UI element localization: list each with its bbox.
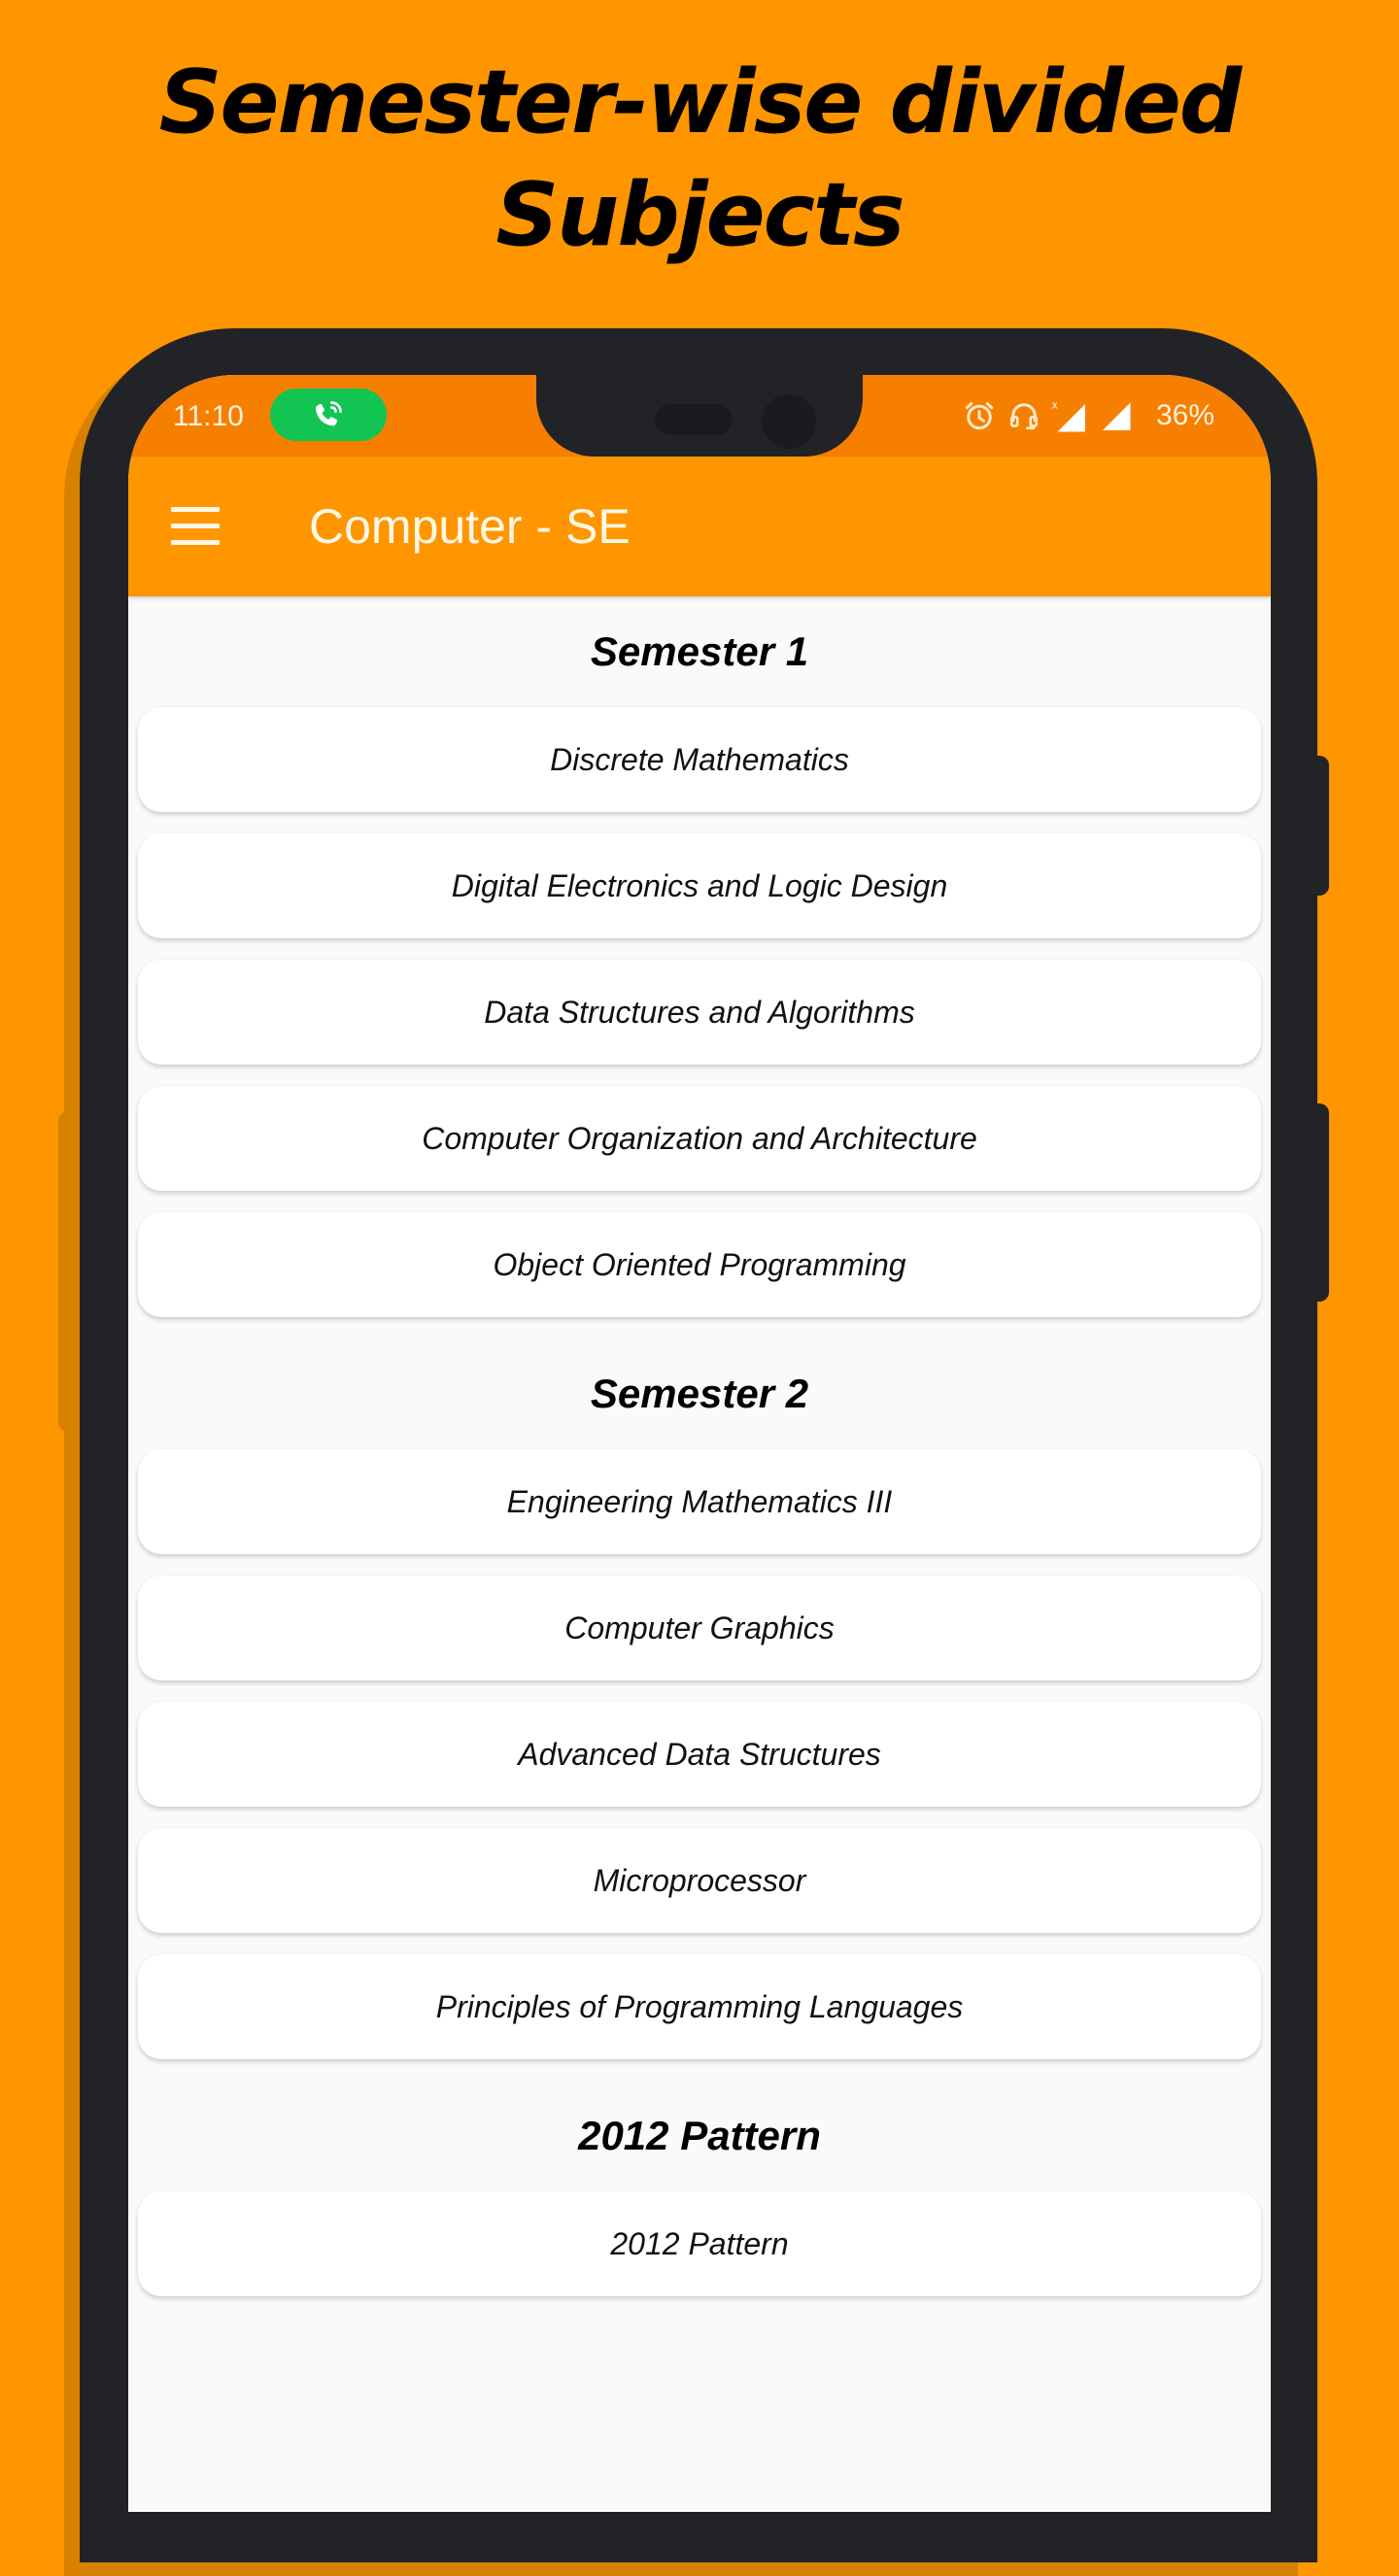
signal-no-data-icon: x xyxy=(1051,400,1085,432)
front-camera xyxy=(762,394,816,449)
subject-card[interactable]: Object Oriented Programming xyxy=(138,1212,1261,1317)
app-bar: Computer - SE xyxy=(128,457,1271,596)
subject-card[interactable]: Computer Organization and Architecture xyxy=(138,1086,1261,1191)
subject-card[interactable]: Engineering Mathematics III xyxy=(138,1449,1261,1554)
phone-call-icon xyxy=(315,401,342,426)
subject-card[interactable]: Microprocessor xyxy=(138,1828,1261,1933)
subject-card[interactable]: Computer Graphics xyxy=(138,1576,1261,1680)
subject-card[interactable]: Principles of Programming Languages xyxy=(138,1954,1261,2059)
subject-card[interactable]: 2012 Pattern xyxy=(138,2191,1261,2296)
hamburger-menu-icon[interactable] xyxy=(171,507,220,546)
status-icons: x 36% xyxy=(962,396,1214,435)
status-bar: 11:10 x 36% xyxy=(128,375,1271,457)
section-semester-2: Semester 2 Engineering Mathematics III C… xyxy=(128,1339,1271,2059)
subject-card[interactable]: Digital Electronics and Logic Design xyxy=(138,833,1261,938)
section-2012-pattern: 2012 Pattern 2012 Pattern xyxy=(128,2081,1271,2296)
section-title: Semester 2 xyxy=(590,1371,809,1416)
section-semester-1: Semester 1 Discrete Mathematics Digital … xyxy=(128,596,1271,1317)
subject-card[interactable]: Discrete Mathematics xyxy=(138,707,1261,812)
signal-icon xyxy=(1102,402,1131,430)
earpiece-speaker xyxy=(655,404,733,435)
display-notch xyxy=(536,375,863,457)
svg-text:x: x xyxy=(1051,400,1057,412)
alarm-icon xyxy=(965,402,994,430)
app-bar-title: Computer - SE xyxy=(309,499,631,554)
subject-card[interactable]: Advanced Data Structures xyxy=(138,1702,1261,1807)
promo-headline: Semester-wise divided Subjects xyxy=(0,47,1399,272)
promo-title-line1: Semester-wise divided xyxy=(158,51,1243,153)
status-time: 11:10 xyxy=(173,400,244,432)
section-title: 2012 Pattern xyxy=(578,2113,821,2158)
section-title: Semester 1 xyxy=(590,628,809,674)
subject-card[interactable]: Data Structures and Algorithms xyxy=(138,960,1261,1065)
battery-percentage: 36% xyxy=(1155,399,1214,431)
headset-icon xyxy=(1009,403,1039,430)
promo-title-line2: Subjects xyxy=(495,164,904,266)
ongoing-call-pill[interactable] xyxy=(270,389,387,441)
phone-screen: 11:10 x 36% Computer - SE Semester 1 Dis… xyxy=(128,375,1271,2512)
subject-list: Semester 1 Discrete Mathematics Digital … xyxy=(128,596,1271,2318)
